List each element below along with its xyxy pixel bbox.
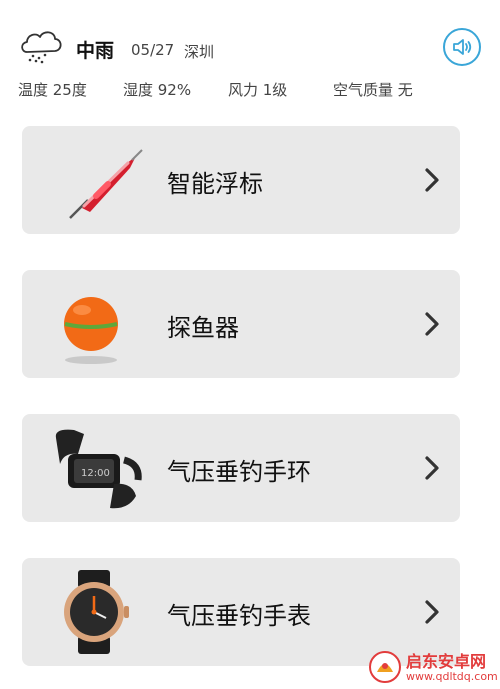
device-label: 探鱼器 xyxy=(167,314,239,342)
device-label: 气压垂钓手表 xyxy=(167,602,311,630)
rain-cloud-icon xyxy=(21,31,62,64)
watermark-logo-icon xyxy=(369,651,401,683)
weather-date: 05/27 xyxy=(131,41,175,59)
speaker-icon xyxy=(453,39,472,55)
watermark-title: 启东安卓网 xyxy=(406,652,487,671)
fitness-band-image: 12:00 xyxy=(55,429,142,509)
chevron-right-icon xyxy=(425,168,439,192)
air-quality-stat: 空气质量 无 xyxy=(333,81,413,99)
wind-stat: 风力 1级 xyxy=(228,81,288,99)
chevron-right-icon xyxy=(425,456,439,480)
device-card-fish-finder[interactable]: 探鱼器 xyxy=(22,270,460,378)
chevron-right-icon xyxy=(425,600,439,624)
humidity-stat: 湿度 92% xyxy=(123,81,192,99)
device-card-smart-float[interactable]: 智能浮标 xyxy=(22,126,460,234)
smartwatch-image xyxy=(64,570,129,654)
chevron-right-icon xyxy=(425,312,439,336)
weather-header: 中雨 05/27 深圳 温度 25度 湿度 92% 风力 1级 空气质量 无 xyxy=(0,0,500,110)
device-label: 气压垂钓手环 xyxy=(167,458,311,486)
site-watermark: 启东安卓网 www.qdltdq.com xyxy=(368,648,498,686)
watermark-url: www.qdltdq.com xyxy=(406,670,498,683)
temperature-stat: 温度 25度 xyxy=(18,81,87,99)
weather-condition: 中雨 xyxy=(76,40,115,62)
device-card-fitness-band[interactable]: 12:00 气压垂钓手环 xyxy=(22,414,460,522)
device-label: 智能浮标 xyxy=(167,170,263,198)
fish-finder-image xyxy=(64,297,118,364)
weather-city: 深圳 xyxy=(184,43,215,61)
smart-float-image xyxy=(69,149,143,219)
svg-text:12:00: 12:00 xyxy=(81,468,110,479)
sound-button[interactable] xyxy=(443,28,481,66)
